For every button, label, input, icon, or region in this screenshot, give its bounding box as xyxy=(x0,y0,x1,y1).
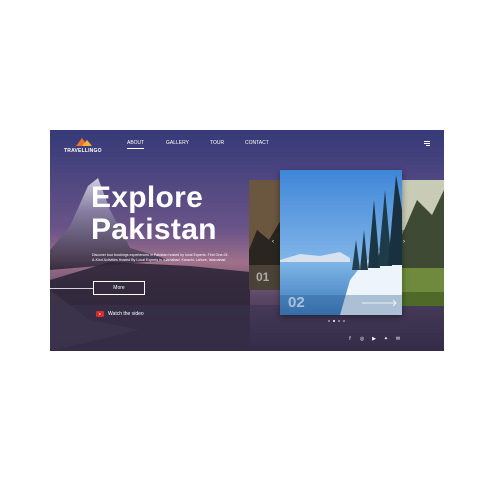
pagination-dot-active[interactable] xyxy=(333,320,335,322)
slider-card-03[interactable] xyxy=(402,180,444,306)
next-arrow-icon[interactable] xyxy=(362,299,398,307)
slider-card-01[interactable]: 01 xyxy=(249,180,281,290)
slider-card-02[interactable]: 02 xyxy=(280,170,402,315)
watch-video-label: Watch the video xyxy=(108,311,144,317)
valley-image xyxy=(402,180,444,306)
social-links: f ◎ ▶ ✦ ✉ xyxy=(347,336,401,342)
nav-item-gallery[interactable]: GALLERY xyxy=(166,140,189,146)
slider-next-chevron-icon[interactable]: › xyxy=(403,239,405,245)
facebook-icon[interactable]: f xyxy=(347,336,353,342)
pagination-dot[interactable] xyxy=(343,320,345,322)
pagination-dot[interactable] xyxy=(338,320,340,322)
hamburger-menu-icon[interactable] xyxy=(424,141,430,146)
hero-description: Discover tour bookings experiences in Pa… xyxy=(92,253,229,262)
nav-item-about[interactable]: ABOUT xyxy=(127,140,145,149)
hero-title-line-2: Pakistan xyxy=(91,213,217,246)
card-number-02: 02 xyxy=(288,294,305,311)
pagination-dot[interactable] xyxy=(328,320,330,322)
more-button[interactable]: More xyxy=(93,281,145,295)
nav-item-contact[interactable]: CONTACT xyxy=(245,140,269,146)
hero-title-line-1: Explore xyxy=(91,181,204,214)
watch-video-link[interactable]: Watch the video xyxy=(96,311,144,317)
twitter-icon[interactable]: ✦ xyxy=(383,336,389,342)
decorative-line xyxy=(50,288,93,289)
card-number-01: 01 xyxy=(256,270,270,284)
youtube-icon[interactable]: ▶ xyxy=(371,336,377,342)
hero-title: Explore Pakistan xyxy=(91,182,217,246)
nav-item-tour[interactable]: TOUR xyxy=(210,140,224,146)
brand-logo[interactable]: TRAVELLINGO xyxy=(64,138,104,156)
mountain-logo-accent-icon xyxy=(82,140,92,146)
instagram-icon[interactable]: ◎ xyxy=(359,336,365,342)
brand-name: TRAVELLINGO xyxy=(64,148,102,154)
slider-pagination xyxy=(328,320,345,322)
mail-icon[interactable]: ✉ xyxy=(395,336,401,342)
youtube-play-icon xyxy=(96,311,104,317)
hero-section: TRAVELLINGO ABOUT GALLERY TOUR CONTACT E… xyxy=(50,130,444,351)
slider-prev-chevron-icon[interactable]: ‹ xyxy=(272,239,274,245)
